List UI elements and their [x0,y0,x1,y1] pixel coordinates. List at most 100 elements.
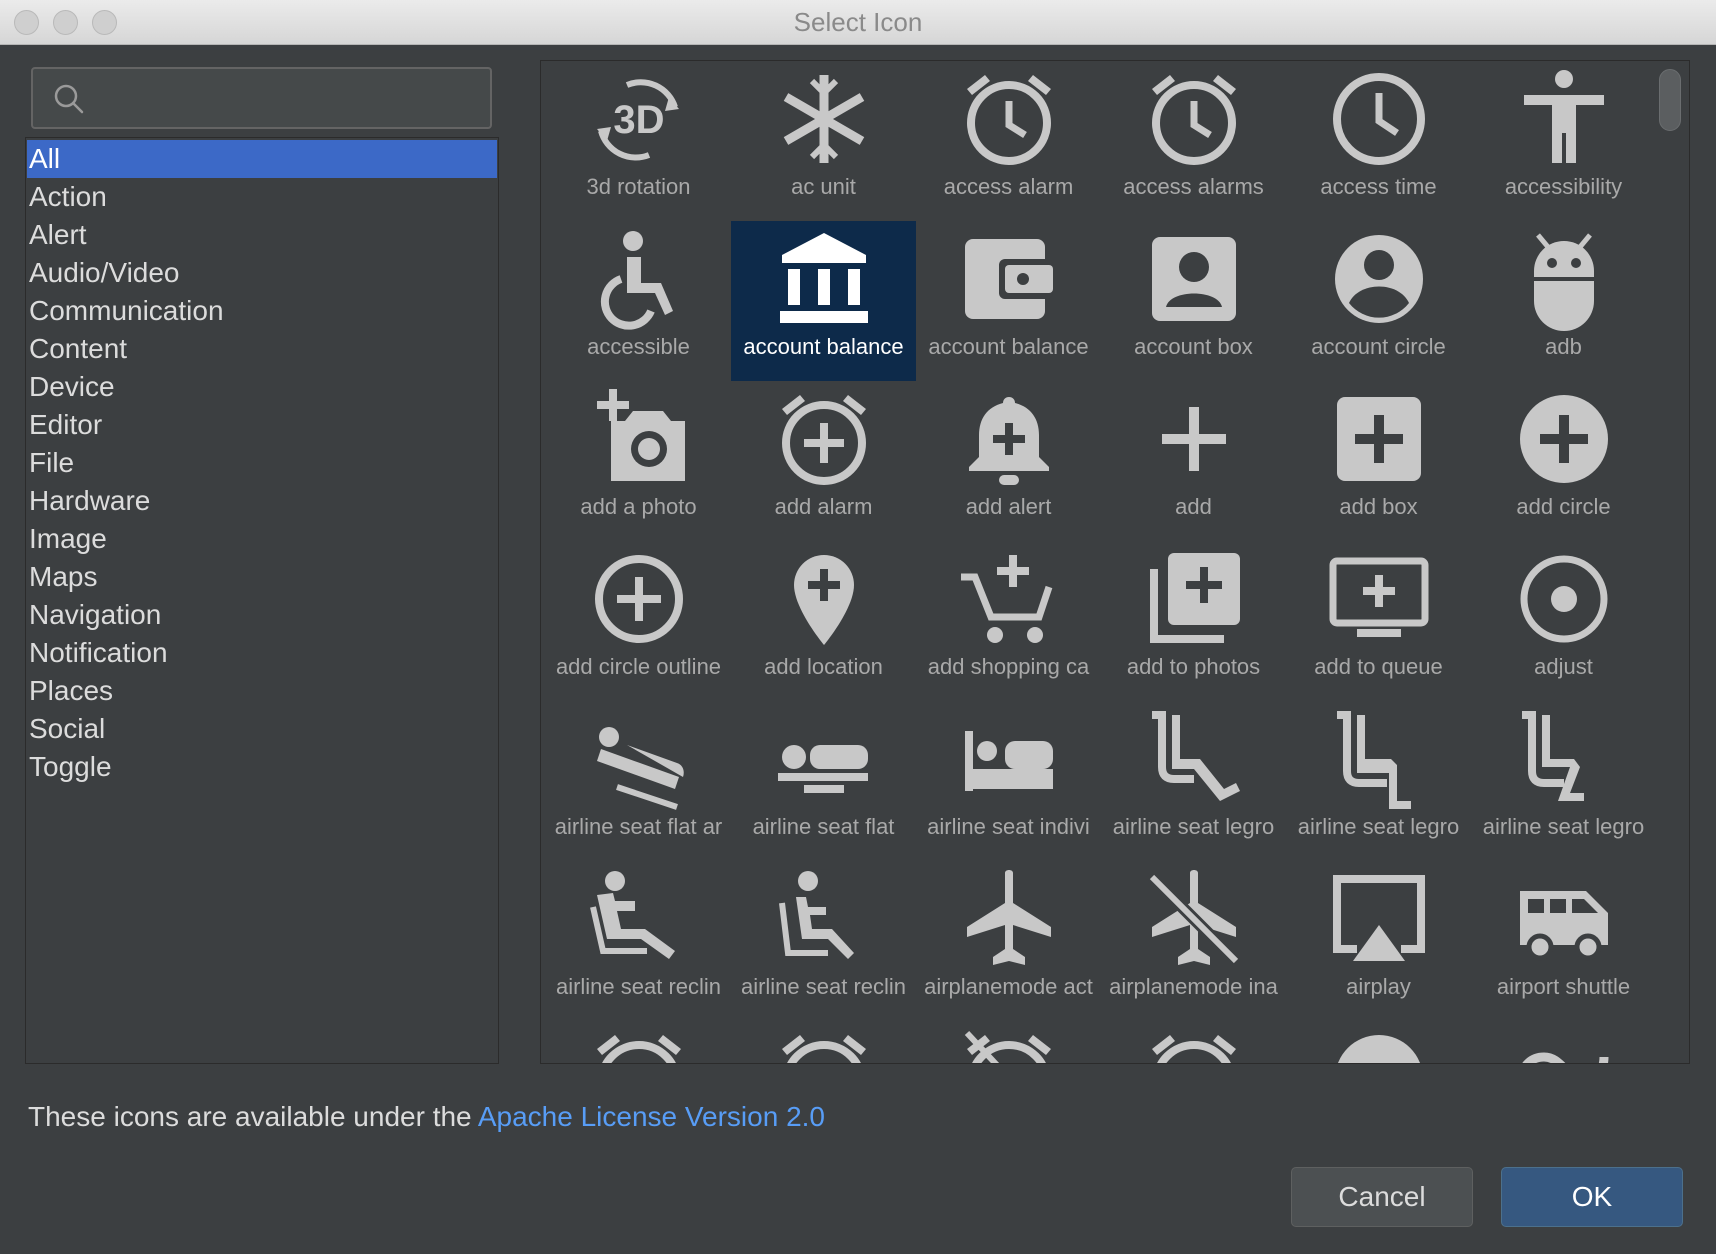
icon-tile[interactable]: airline seat flat [731,701,916,861]
icon-tile[interactable]: airplay [1286,861,1471,1021]
icon-label: airport shuttle [1496,974,1631,999]
category-item[interactable]: Action [27,178,497,216]
icon-tile[interactable] [731,1021,916,1063]
add-alert-icon [968,397,1049,485]
icon-tile[interactable]: account balance [916,221,1101,381]
icon-label: add to photos [1126,654,1261,679]
airline-seat-legroom-reduced-icon [1521,711,1584,801]
icon-tile[interactable]: accessible [546,221,731,381]
category-item[interactable]: File [27,444,497,482]
category-item[interactable]: Social [27,710,497,748]
icon-tile[interactable]: account balance [731,221,916,381]
icon-tile[interactable]: airport shuttle [1471,861,1656,1021]
icon-tile[interactable]: add circle outline [546,541,731,701]
icon-tile[interactable]: add to queue [1286,541,1471,701]
icon-label: add box [1339,494,1418,519]
icon-tile[interactable]: access alarms [1101,61,1286,221]
icon-tile[interactable]: adb [1471,221,1656,381]
icon-tile[interactable]: add [1101,381,1286,541]
icon-label: account circle [1311,334,1446,359]
icon-tile[interactable]: add shopping ca [916,541,1101,701]
icon-label: access time [1320,174,1437,199]
category-item[interactable]: All [27,140,497,178]
icon-tile[interactable] [916,1021,1101,1063]
license-text: These icons are available under the [28,1101,478,1132]
icon-tile[interactable]: airplanemode ina [1101,861,1286,1021]
icon-tile[interactable] [1101,1021,1286,1063]
accessible-icon [600,231,673,330]
icon-tile[interactable]: airplanemode act [916,861,1101,1021]
icon-label: account balance [928,334,1089,359]
alarm-on-icon [1151,1035,1236,1063]
icon-tile[interactable]: airline seat legro [1286,701,1471,861]
icon-tile[interactable]: 3D 3d rotation [546,61,731,221]
icon-tile[interactable]: airline seat legro [1101,701,1286,861]
icon-tile[interactable]: airline seat flat ar [546,701,731,861]
cancel-button[interactable]: Cancel [1291,1167,1473,1227]
all-inclusive-icon [1521,1052,1608,1063]
icon-tile[interactable]: account box [1101,221,1286,381]
scrollbar-thumb[interactable] [1659,69,1681,131]
icon-tile[interactable]: adjust [1471,541,1656,701]
airplay-icon [1332,875,1425,961]
icon-tile[interactable]: airline seat reclin [546,861,731,1021]
icon-tile[interactable]: account circle [1286,221,1471,381]
icon-label: access alarm [943,174,1074,199]
svg-text:3D: 3D [613,98,664,142]
category-item[interactable]: Places [27,672,497,710]
icon-tile[interactable]: add to photos [1101,541,1286,701]
icon-label: add alarm [774,494,873,519]
icon-tile[interactable]: airline seat legro [1471,701,1656,861]
icon-tile[interactable]: add box [1286,381,1471,541]
ok-button[interactable]: OK [1501,1167,1683,1227]
icon-tile[interactable]: airline seat reclin [731,861,916,1021]
add-to-photos-icon [1149,553,1240,643]
icon-tile[interactable] [1471,1021,1656,1063]
icon-tile[interactable]: add circle [1471,381,1656,541]
search-input[interactable] [105,75,479,123]
category-item[interactable]: Navigation [27,596,497,634]
account-balance-wallet-icon [964,239,1053,319]
icon-label: add alert [965,494,1052,519]
icon-label: airline seat legro [1112,814,1275,839]
icon-grid-panel[interactable]: 3D 3d rotation ac unit access alarm access a… [540,60,1690,1064]
category-item[interactable]: Alert [27,216,497,254]
icon-label: account balance [743,334,904,359]
icon-tile[interactable]: access time [1286,61,1471,221]
category-item[interactable]: Communication [27,292,497,330]
search-box[interactable] [31,67,492,129]
category-item[interactable]: Maps [27,558,497,596]
category-item[interactable]: Hardware [27,482,497,520]
category-item[interactable]: Notification [27,634,497,672]
icon-tile[interactable]: add location [731,541,916,701]
icon-tile[interactable] [546,1021,731,1063]
icon-tile[interactable]: add alarm [731,381,916,541]
access-time-icon [1332,73,1425,165]
airplanemode-active-icon [966,870,1051,965]
airline-seat-individual-suite-icon [964,731,1053,791]
window-title: Select Icon [793,7,923,37]
icon-tile[interactable]: add alert [916,381,1101,541]
category-item[interactable]: Image [27,520,497,558]
icon-tile[interactable]: accessibility [1471,61,1656,221]
account-balance-icon [779,233,868,323]
add-shopping-cart-icon [960,555,1052,643]
icon-label: airline seat legro [1482,814,1645,839]
alarm-icon [596,1035,681,1063]
category-item[interactable]: Editor [27,406,497,444]
license-link[interactable]: Apache License Version 2.0 [478,1101,825,1132]
icon-label: airplay [1346,974,1411,999]
category-item[interactable]: Audio/Video [27,254,497,292]
category-item[interactable]: Device [27,368,497,406]
icon-tile[interactable] [1286,1021,1471,1063]
icon-tile[interactable]: airline seat indivi [916,701,1101,861]
category-item[interactable]: Content [27,330,497,368]
category-item[interactable]: Toggle [27,748,497,786]
icon-label: add circle outline [555,654,722,679]
icon-tile[interactable]: ac unit [731,61,916,221]
airplanemode-inactive-icon [1147,870,1240,966]
category-list[interactable]: All Action Alert Audio/Video Communication Co… [25,137,499,1064]
icon-label: airline seat reclin [555,974,722,999]
icon-tile[interactable]: add a photo [546,381,731,541]
icon-tile[interactable]: access alarm [916,61,1101,221]
